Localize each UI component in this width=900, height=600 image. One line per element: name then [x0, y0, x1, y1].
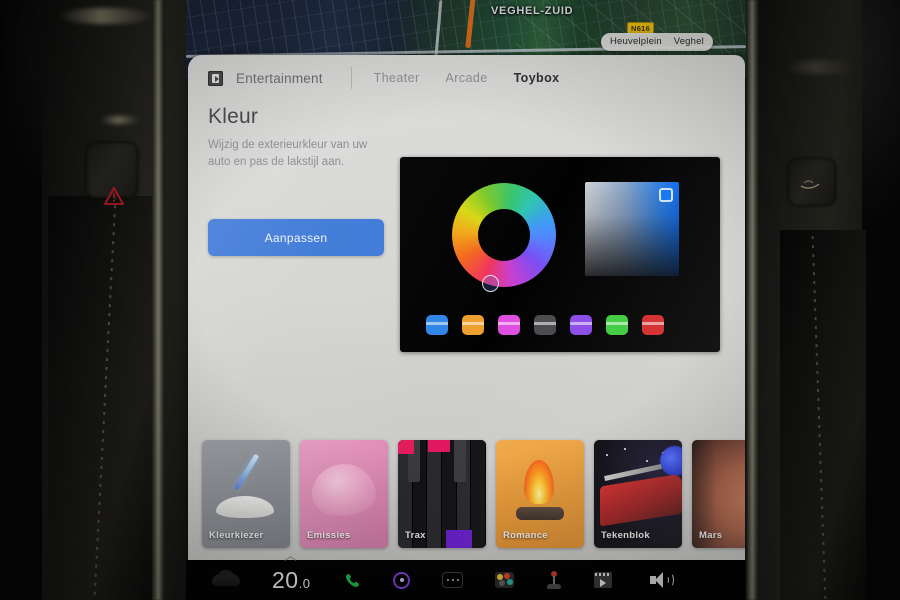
- toybox-icon[interactable]: [495, 572, 515, 588]
- saturation-brightness-square[interactable]: [585, 182, 679, 276]
- page-description: Wijzig de exterieurkleur van uw auto en …: [208, 139, 368, 168]
- tab-theater[interactable]: Theater: [374, 71, 420, 85]
- app-title: Entertainment: [236, 70, 323, 86]
- trim-highlight-right: [784, 60, 854, 74]
- tile-emissies[interactable]: Emissies: [300, 440, 388, 548]
- swatch-red[interactable]: [642, 315, 664, 335]
- panel-topbar: Entertainment Theater Arcade Toybox: [188, 55, 745, 101]
- car-icon[interactable]: [212, 570, 240, 586]
- map-place-label: VEGHEL-ZUID: [491, 5, 574, 17]
- hue-wheel[interactable]: [452, 183, 556, 287]
- toybox-tile-strip: Kleurkiezer Emissies Trax Romance Tekenb…: [202, 440, 745, 548]
- tab-toybox[interactable]: Toybox: [514, 71, 560, 85]
- tile-label: Trax: [405, 530, 426, 541]
- tab-bar: Theater Arcade Toybox: [374, 71, 560, 85]
- planet-glow-icon: [660, 446, 682, 476]
- detail-text-column: Kleur Wijzig de exterieurkleur van uw au…: [208, 105, 388, 170]
- page-title: Kleur: [208, 105, 259, 128]
- map-city-name: Veghel: [673, 36, 704, 47]
- tile-tekenblok[interactable]: Tekenblok: [594, 440, 682, 548]
- chevron-up-icon[interactable]: [286, 556, 297, 562]
- seat-bolster-left: [48, 196, 152, 600]
- topbar-divider: [350, 67, 352, 89]
- door-trim-strip-left: [152, 0, 165, 600]
- car-interior-right: [744, 0, 900, 600]
- swatch-orange[interactable]: [462, 315, 484, 335]
- tile-trax[interactable]: Trax: [398, 440, 486, 548]
- piano-black-key-2: [454, 440, 466, 482]
- phone-icon[interactable]: [344, 572, 361, 589]
- glovebox-icon[interactable]: [797, 172, 823, 194]
- trax-accent-red: [398, 440, 414, 454]
- temperature-control[interactable]: 20.0: [272, 567, 310, 594]
- tile-mars[interactable]: Mars: [692, 440, 745, 548]
- campfire-flame-icon: [524, 460, 554, 504]
- panel-content: Kleur Wijzig de exterieurkleur van uw au…: [188, 101, 745, 421]
- tab-arcade[interactable]: Arcade: [446, 71, 488, 85]
- trim-highlight: [58, 8, 154, 24]
- tile-label: Mars: [699, 530, 723, 541]
- hue-wheel-selector[interactable]: [482, 275, 499, 292]
- app-identity-group[interactable]: Entertainment: [208, 70, 323, 86]
- media-circle-icon[interactable]: [393, 571, 411, 589]
- color-picker-preview[interactable]: [400, 157, 720, 352]
- swatch-purple[interactable]: [570, 315, 592, 335]
- swatch-green[interactable]: [606, 315, 628, 335]
- tile-kleurkiezer[interactable]: Kleurkiezer: [202, 440, 290, 548]
- temperature-value: 20: [272, 566, 299, 593]
- trax-accent-pink: [428, 440, 450, 452]
- car-interior-left: [0, 0, 190, 600]
- trim-highlight-lower: [100, 116, 140, 124]
- car-silhouette-icon: [216, 496, 274, 518]
- theater-film-icon[interactable]: [594, 572, 613, 588]
- color-swatch-row: [426, 315, 710, 335]
- film-strip-icon: [208, 70, 223, 86]
- map-street-name: Heuvelplein: [610, 36, 662, 47]
- trax-accent-purple: [446, 530, 472, 548]
- tile-label: Emissies: [307, 530, 351, 541]
- joystick-icon[interactable]: [546, 571, 562, 589]
- paint-dropper-icon: [233, 453, 260, 491]
- swatch-gray[interactable]: [534, 315, 556, 335]
- screenshot-root: VEGHEL-ZUID N616 Heuvelplein Veghel Lind…: [0, 0, 900, 600]
- temperature-decimal: .0: [298, 575, 311, 591]
- bottom-status-bar: 20.0: [186, 560, 746, 600]
- swatch-blue[interactable]: [426, 315, 448, 335]
- whoopee-cushion-icon: [312, 464, 376, 516]
- tile-label: Tekenblok: [601, 530, 650, 541]
- customize-button[interactable]: Aanpassen: [208, 219, 384, 256]
- tile-label: Romance: [503, 530, 548, 541]
- speaker-volume-icon[interactable]: [650, 571, 676, 589]
- door-trim-strip-right: [746, 0, 759, 600]
- hazard-triangle-icon[interactable]: [103, 186, 125, 206]
- more-dots-icon[interactable]: [442, 572, 464, 588]
- tile-romance[interactable]: Romance: [496, 440, 584, 548]
- swatch-magenta[interactable]: [498, 315, 520, 335]
- entertainment-panel: Entertainment Theater Arcade Toybox Kleu…: [188, 55, 745, 560]
- saturation-brightness-selector[interactable]: [659, 188, 673, 202]
- tile-label: Kleurkiezer: [209, 530, 264, 541]
- map-street-pill: Heuvelplein Veghel: [601, 33, 713, 51]
- campfire-logs-icon: [516, 507, 564, 520]
